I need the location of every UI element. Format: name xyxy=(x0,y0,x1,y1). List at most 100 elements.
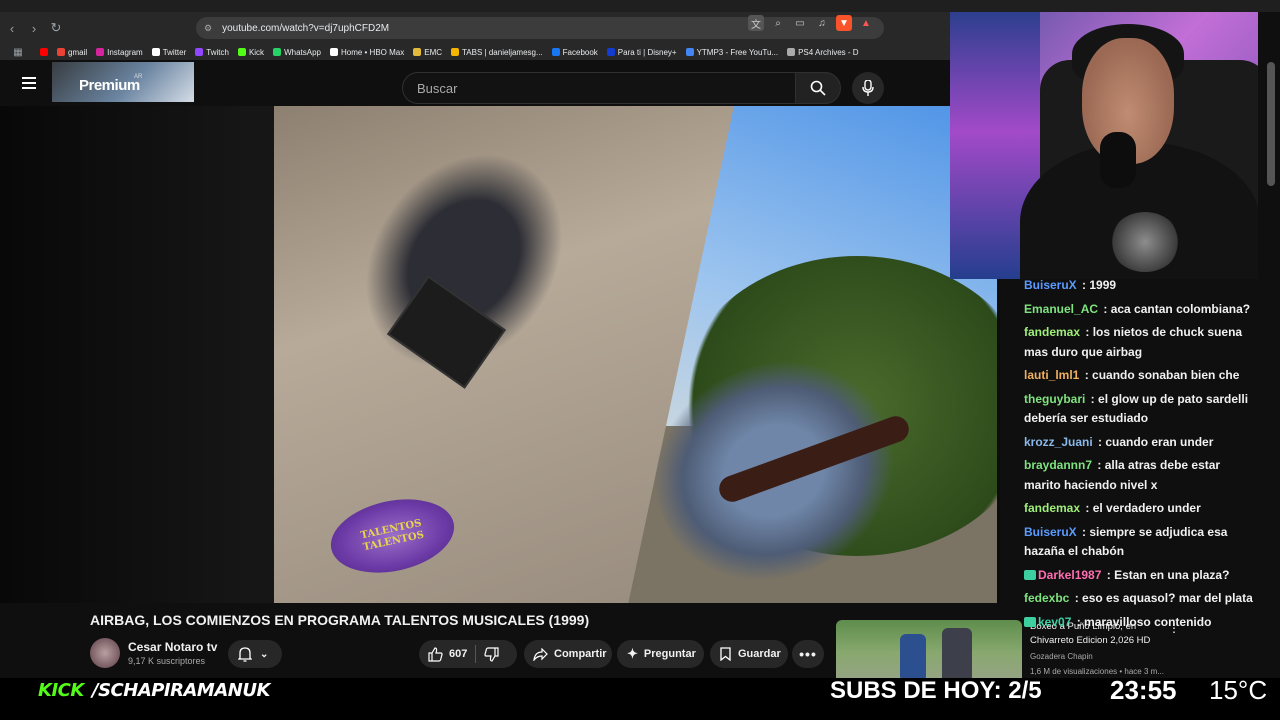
chat-separator: : xyxy=(1071,591,1083,605)
bookmark-label: PS4 Archives - D xyxy=(798,47,859,57)
bookmark-label: Twitch xyxy=(206,47,229,57)
search-icon xyxy=(810,80,826,96)
chat-separator: : xyxy=(1100,301,1111,316)
bookmark-favicon-icon xyxy=(451,48,460,56)
premium-label: Premium xyxy=(79,77,140,94)
channel-name[interactable]: Cesar Notaro tv xyxy=(128,640,217,654)
bookmark-label: Para ti | Disney+ xyxy=(617,47,677,57)
chat-username[interactable]: BuiseruX xyxy=(1024,278,1077,292)
bookmark-item[interactable]: Facebook xyxy=(551,48,598,57)
bookmark-favicon-icon xyxy=(151,48,160,56)
more-actions-button[interactable]: ••• xyxy=(792,640,824,668)
brave-shield-icon[interactable]: ▼ xyxy=(836,15,852,31)
chat-username[interactable]: BuiseruX xyxy=(1024,525,1077,539)
share-button[interactable]: Compartir xyxy=(524,640,612,668)
channel-avatar[interactable] xyxy=(90,638,120,668)
chat-username[interactable]: lauti_lml1 xyxy=(1024,368,1079,382)
chat-username[interactable]: krozz_Juani xyxy=(1024,435,1093,449)
chat-separator: : xyxy=(1078,524,1090,539)
bookmark-favicon-icon xyxy=(329,48,338,56)
bookmark-item[interactable]: Home • HBO Max xyxy=(329,47,405,57)
chat-text: aca cantan colombiana? xyxy=(1110,301,1251,316)
browser-toolbar: ‹ › ↻ ⌑ ⚙ youtube.com/watch?v=dj7uphCFD2… xyxy=(0,12,950,44)
bookmarks-bar: ▦ gmail Instagram Twitter Twitch Kick WhatsAp… xyxy=(0,44,950,60)
zoom-icon[interactable]: ⌕ xyxy=(770,15,786,31)
video-player[interactable]: TALENTOS TALENTOS xyxy=(274,106,997,603)
like-count: 607 xyxy=(449,648,468,660)
chat-username[interactable]: theguybari xyxy=(1024,392,1085,406)
ask-button[interactable]: ✦ Preguntar xyxy=(617,640,704,668)
chat-message: krozz_Juani : cuando eran under xyxy=(1020,431,1260,455)
bookmark-item[interactable]: PS4 Archives - D xyxy=(787,47,859,57)
chat-message: fandemax : el verdadero under xyxy=(1020,497,1260,521)
chat-username[interactable]: Emanuel_AC xyxy=(1024,302,1098,316)
chat-text: cuando eran under xyxy=(1105,434,1214,449)
save-button[interactable]: Guardar xyxy=(710,640,788,668)
back-icon[interactable]: ‹ xyxy=(2,18,22,38)
bookmark-favicon-icon xyxy=(195,48,204,56)
chat-message: braydannn7 : alla atras debe estar marit… xyxy=(1020,454,1260,497)
bookmark-item[interactable]: WhatsApp xyxy=(273,48,321,57)
bookmark-favicon-icon xyxy=(57,48,65,56)
kick-logo: KICK xyxy=(38,680,84,701)
chat-username[interactable]: fedexbc xyxy=(1024,591,1069,605)
bookmark-item[interactable]: Instagram xyxy=(96,48,143,57)
chat-text: 1999 xyxy=(1089,278,1117,292)
sparkle-icon: ✦ xyxy=(627,646,638,661)
bookmark-favicon-icon xyxy=(96,48,105,56)
bookmark-favicon-icon xyxy=(237,48,246,56)
dislike-button[interactable] xyxy=(484,646,499,662)
chat-text: eso es aquasol? mar del plata xyxy=(1082,591,1253,605)
bookmark-youtube[interactable] xyxy=(40,48,48,56)
cast-icon[interactable]: ▭ xyxy=(792,15,808,31)
bookmark-save-icon xyxy=(720,647,731,661)
chat-separator: : xyxy=(1082,325,1093,339)
translate-icon[interactable]: 文 xyxy=(748,15,764,31)
reload-icon[interactable]: ↻ xyxy=(46,18,66,38)
bookmark-item[interactable]: Kick xyxy=(237,48,264,57)
forward-icon[interactable]: › xyxy=(24,18,44,38)
chat-username[interactable]: braydannn7 xyxy=(1024,458,1092,472)
share-icon xyxy=(533,647,548,661)
bookmark-item[interactable]: TABS | danieljamesg... xyxy=(451,48,543,57)
bookmark-favicon-icon xyxy=(606,48,615,56)
bookmark-item[interactable]: Twitch xyxy=(195,48,229,57)
bookmark-item[interactable]: EMC xyxy=(413,48,442,57)
chat-username[interactable]: fandemax xyxy=(1024,325,1080,339)
recommended-channel[interactable]: Gozadera Chapin xyxy=(1030,652,1093,661)
chat-badge-icon xyxy=(1024,617,1036,628)
menu-icon[interactable] xyxy=(22,77,36,89)
bookmark-label: Home • HBO Max xyxy=(340,47,405,57)
chat-separator: : xyxy=(1103,567,1115,582)
chat-username[interactable]: kev07 xyxy=(1038,615,1071,629)
chat-username[interactable]: fandemax xyxy=(1024,501,1080,515)
extension-row: 文 ⌕ ▭ ♫ ▼ ▲ xyxy=(748,15,874,31)
webcam-microphone xyxy=(1100,132,1136,188)
bookmark-item[interactable]: Para ti | Disney+ xyxy=(606,47,677,57)
overlay-temperature: 15°C xyxy=(1209,675,1268,705)
alert-icon[interactable]: ▲ xyxy=(858,15,874,31)
like-divider xyxy=(475,645,477,663)
notifications-button[interactable]: ⌄ xyxy=(228,640,282,668)
chat-separator: : xyxy=(1082,501,1093,515)
search-input[interactable]: Buscar xyxy=(402,72,796,104)
voice-search-button[interactable] xyxy=(852,72,884,104)
like-button[interactable]: 607 xyxy=(428,646,468,662)
chat-username[interactable]: Darkel1987 xyxy=(1038,568,1101,582)
bookmark-favicon-icon xyxy=(787,48,796,56)
apps-grid-icon[interactable]: ▦ xyxy=(8,44,28,60)
like-dislike-group: 607 xyxy=(419,640,517,668)
chat-separator: : xyxy=(1094,458,1105,472)
bookmark-item[interactable]: YTMP3 - Free YouTu... xyxy=(685,48,778,57)
bookmark-item[interactable]: Twitter xyxy=(151,48,186,57)
thumbs-up-icon xyxy=(428,646,443,662)
ask-label: Preguntar xyxy=(643,648,696,660)
bookmark-item[interactable]: gmail xyxy=(57,48,87,57)
site-info-icon[interactable]: ⚙ xyxy=(204,23,212,34)
bookmark-favicon-icon xyxy=(273,48,282,56)
search-button[interactable] xyxy=(795,72,841,104)
music-icon[interactable]: ♫ xyxy=(814,15,830,31)
page-scrollbar[interactable] xyxy=(1267,62,1275,186)
microphone-icon xyxy=(862,80,874,96)
youtube-masthead: Premium AR Buscar xyxy=(0,62,950,106)
